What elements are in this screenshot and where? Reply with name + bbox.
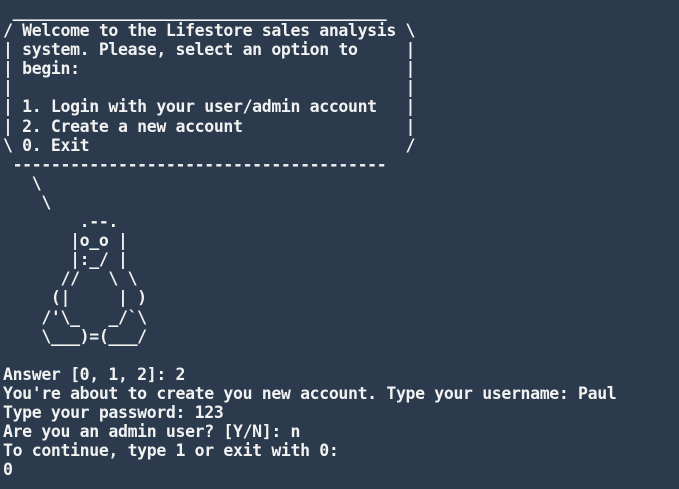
terminal-window[interactable]: _______________________________________ /… — [0, 0, 679, 489]
ascii-penguin-line: |o_o | — [3, 231, 128, 251]
cowsay-welcome-line: | begin: | — [3, 59, 416, 79]
ascii-penguin-line: \___)=(___/ — [3, 326, 147, 346]
cowsay-empty-line: | | — [3, 78, 416, 98]
continue-prompt-line: To continue, type 1 or exit with 0: — [3, 441, 339, 461]
username-prompt-line: You're about to create you new account. … — [3, 383, 617, 403]
ascii-penguin-line: (| | ) — [3, 288, 147, 308]
ascii-penguin-line: \ — [3, 173, 42, 193]
cowsay-welcome-line: / Welcome to the Lifestore sales analysi… — [3, 21, 416, 41]
password-prompt-line: Type your password: 123 — [3, 402, 224, 422]
ascii-penguin-line: |:_/ | — [3, 250, 128, 270]
admin-prompt-line: Are you an admin user? [Y/N]: n — [3, 422, 301, 442]
answer-prompt-line: Answer [0, 1, 2]: 2 — [3, 364, 186, 384]
ascii-penguin-line: .--. — [3, 212, 119, 232]
ascii-penguin-line: /'\_ _/`\ — [3, 307, 147, 327]
ascii-penguin-line: // \ \ — [3, 269, 138, 289]
menu-option-login: | 1. Login with your user/admin account … — [3, 97, 416, 117]
ascii-penguin-line: \ — [3, 192, 51, 212]
terminal-input-line[interactable]: 0 — [3, 460, 679, 479]
cowsay-welcome-line: | system. Please, select an option to | — [3, 40, 416, 60]
menu-option-exit: \ 0. Exit / — [3, 135, 416, 155]
terminal-output: _______________________________________ /… — [3, 2, 679, 479]
cowsay-border-bottom: --------------------------------------- — [3, 154, 387, 174]
cowsay-border-top: _______________________________________ — [3, 2, 387, 21]
menu-option-create-account: | 2. Create a new account | — [3, 116, 416, 136]
